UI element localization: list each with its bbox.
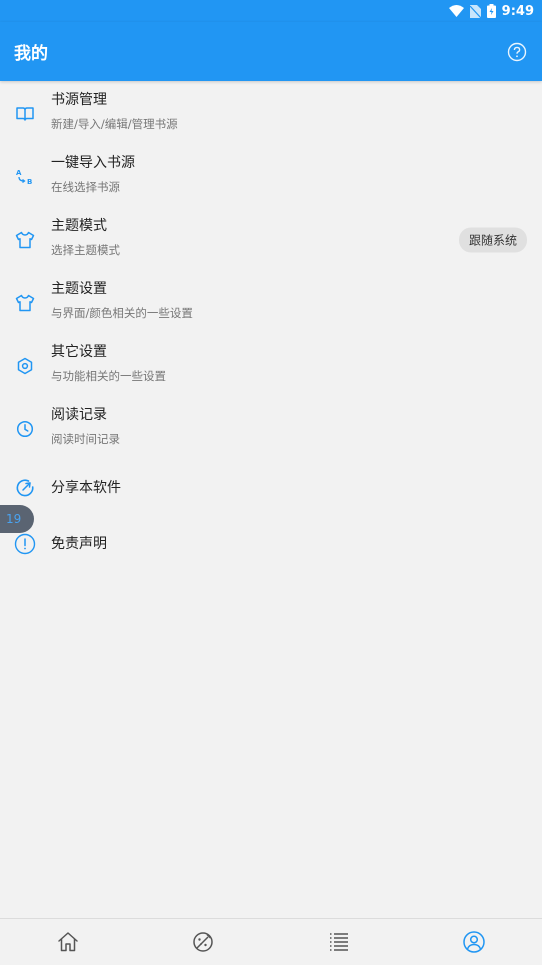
menu-item-book-source[interactable]: 书源管理 新建/导入/编辑/管理书源 xyxy=(0,82,542,145)
gear-icon xyxy=(14,355,36,377)
menu-subtitle: 在线选择书源 xyxy=(51,180,120,194)
settings-menu: 书源管理 新建/导入/编辑/管理书源 AB 一键导入书源 在线选择书源 主题模式… xyxy=(0,82,542,572)
nav-tab-discover[interactable] xyxy=(136,919,271,965)
menu-subtitle: 选择主题模式 xyxy=(51,243,120,257)
theme-mode-badge[interactable]: 跟随系统 xyxy=(458,227,527,252)
menu-subtitle: 与界面/颜色相关的一些设置 xyxy=(51,306,193,320)
menu-subtitle: 新建/导入/编辑/管理书源 xyxy=(51,117,178,131)
menu-title: 免责声明 xyxy=(51,536,107,552)
info-icon xyxy=(14,533,36,555)
translate-icon: AB xyxy=(14,166,36,188)
menu-item-theme-settings[interactable]: 主题设置 与界面/颜色相关的一些设置 xyxy=(0,271,542,334)
menu-title: 其它设置 xyxy=(51,344,107,360)
shirt-icon xyxy=(14,229,36,251)
menu-subtitle: 与功能相关的一些设置 xyxy=(51,369,166,383)
book-icon xyxy=(14,103,36,125)
menu-title: 分享本软件 xyxy=(51,480,121,496)
nav-tab-profile[interactable] xyxy=(407,919,542,965)
list-icon xyxy=(329,933,348,951)
menu-item-import-source[interactable]: AB 一键导入书源 在线选择书源 xyxy=(0,145,542,208)
floating-badge-text: 19 xyxy=(6,512,22,526)
battery-icon xyxy=(486,4,496,18)
menu-item-reading-history[interactable]: 阅读记录 阅读时间记录 xyxy=(0,397,542,460)
shirt-icon xyxy=(14,292,36,314)
svg-text:A: A xyxy=(16,169,22,177)
menu-title: 阅读记录 xyxy=(51,407,107,423)
menu-subtitle: 阅读时间记录 xyxy=(51,432,120,446)
menu-title: 主题设置 xyxy=(51,281,107,297)
menu-title: 一键导入书源 xyxy=(51,155,135,171)
menu-item-disclaimer[interactable]: 免责声明 xyxy=(0,516,542,572)
help-button[interactable] xyxy=(506,41,528,63)
app-bar: 我的 xyxy=(0,22,542,81)
menu-item-other-settings[interactable]: 其它设置 与功能相关的一些设置 xyxy=(0,334,542,397)
home-icon xyxy=(58,932,78,952)
discover-icon xyxy=(193,932,213,952)
status-time: 9:49 xyxy=(501,3,534,19)
menu-title: 主题模式 xyxy=(51,218,107,234)
profile-icon xyxy=(463,931,485,953)
floating-badge[interactable]: 19 xyxy=(0,505,34,533)
bottom-nav xyxy=(0,918,542,965)
page-title: 我的 xyxy=(14,44,48,64)
help-icon xyxy=(507,42,527,61)
page: 9:49 我的 书源管理 新建/导入/编辑/管理书源 AB 一键导入书源 在线选… xyxy=(0,0,542,965)
menu-title: 书源管理 xyxy=(51,92,107,108)
svg-text:B: B xyxy=(27,178,32,186)
no-sim-icon xyxy=(469,4,481,18)
share-icon xyxy=(14,477,36,499)
wifi-icon xyxy=(448,5,464,17)
menu-item-theme-mode[interactable]: 主题模式 选择主题模式 跟随系统 xyxy=(0,208,542,271)
menu-item-share-app[interactable]: 分享本软件 xyxy=(0,460,542,516)
nav-tab-home[interactable] xyxy=(0,919,135,965)
clock-icon xyxy=(14,418,36,440)
nav-tab-bookshelf[interactable] xyxy=(271,919,406,965)
status-bar: 9:49 xyxy=(0,0,542,22)
